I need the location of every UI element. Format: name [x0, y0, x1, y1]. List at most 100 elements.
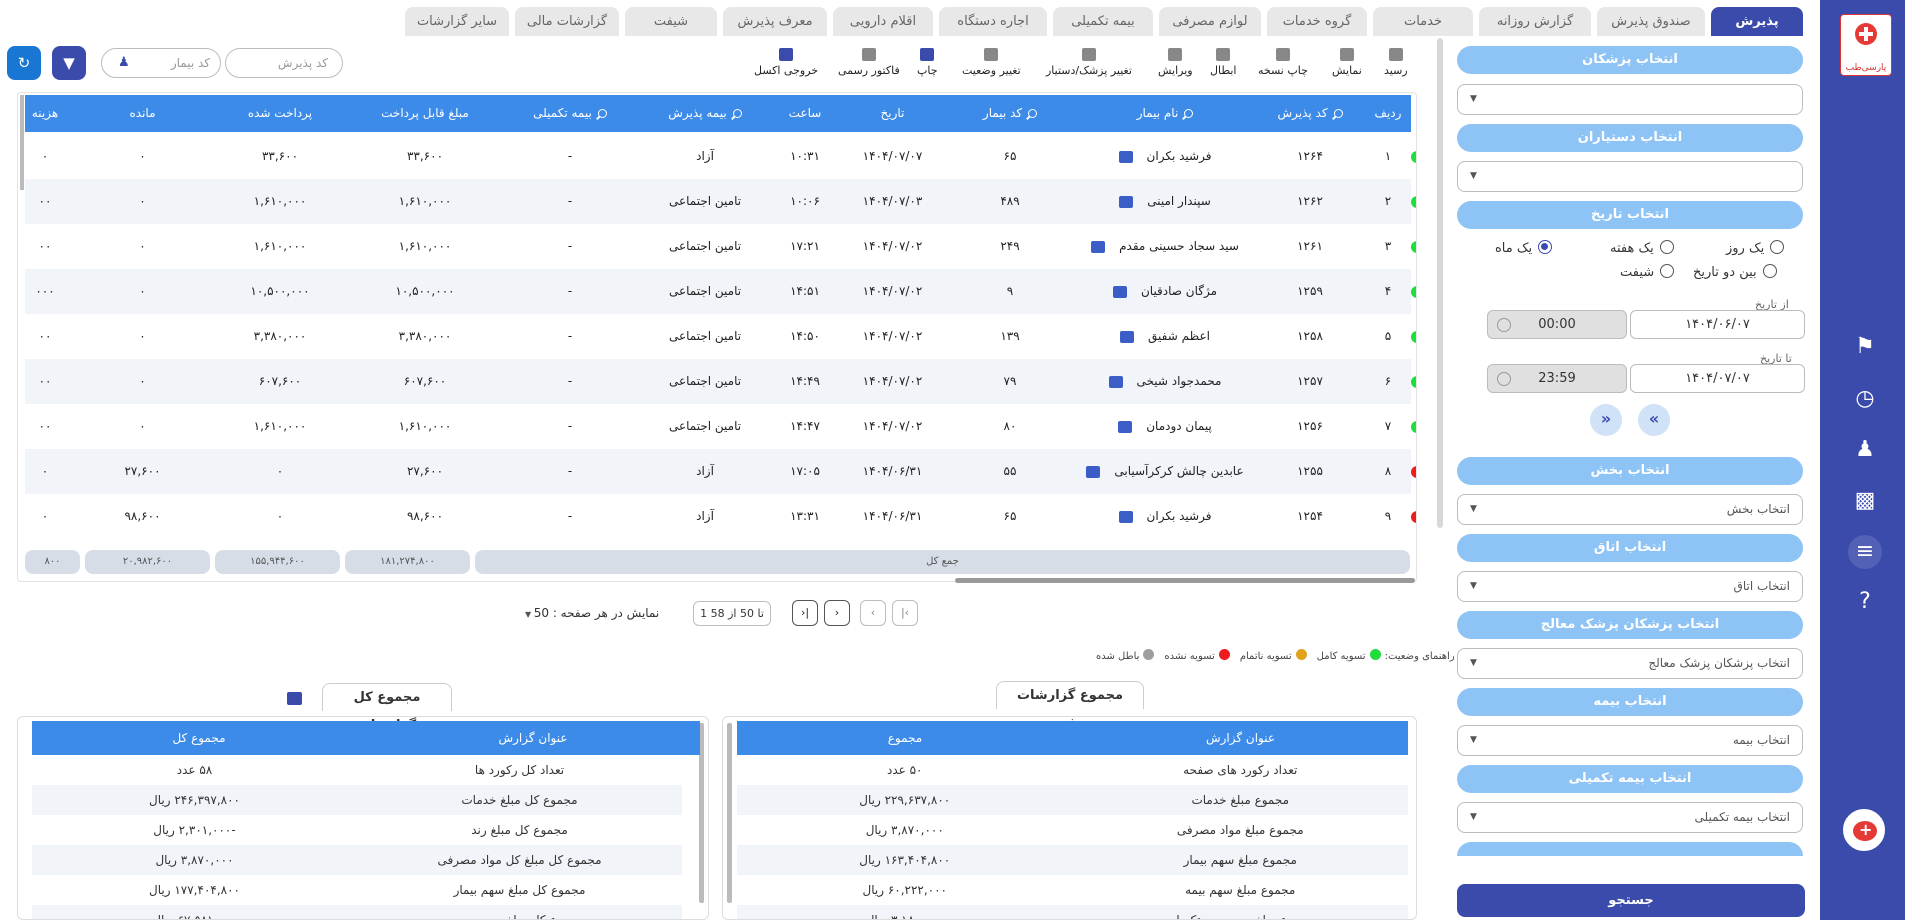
to-date-input[interactable]: ۱۴۰۴/۰۷/۰۷: [1630, 364, 1805, 393]
bookmark-add-icon[interactable]: ⚑: [1848, 330, 1882, 364]
patient-profile-icon[interactable]: [1112, 285, 1127, 298]
patient-profile-icon[interactable]: [1120, 330, 1135, 343]
treating-doctor-filter-header[interactable]: انتخاب پزشکان پزشک معالج: [1457, 611, 1803, 639]
table-row[interactable]: ۹ ۱۲۵۴ ۶۵ ۱۴۰۴/۰۶/۳۱ ۱۳:۳۱ آزاد - ۹۸,۶۰۰ ۰ ۹۸,۶۰۰…: [25, 494, 1416, 539]
assistants-filter-header[interactable]: انتخاب دستیاران: [1457, 124, 1803, 152]
cell-supp: -: [567, 419, 573, 433]
search-admission-input[interactable]: کد پذیرش: [225, 48, 343, 78]
support-chat-icon[interactable]: [1840, 806, 1888, 854]
patient-profile-icon[interactable]: [1091, 240, 1106, 253]
next-page-button[interactable]: ›: [824, 600, 850, 626]
tab-12[interactable]: سایر گزارشات: [405, 7, 509, 36]
date-filter-header[interactable]: انتخاب تاریخ: [1457, 201, 1803, 229]
table-row[interactable]: ۲ ۱۲۶۲ ۴۸۹ ۱۴۰۴/۰۷/۰۳ ۱۰:۰۶ تامین اجتماعی - ۱,۶…: [25, 179, 1416, 224]
tab-0[interactable]: پذیرش: [1711, 7, 1803, 36]
more-filter-header[interactable]: [1457, 842, 1803, 856]
radio-one-month[interactable]: یک ماه: [1495, 240, 1553, 256]
last-page-button[interactable]: ›|: [792, 600, 818, 626]
table-row[interactable]: ۷ ۱۲۵۶ ۸۰ ۱۴۰۴/۰۷/۰۲ ۱۴:۴۷ تامین اجتماعی - ۱,۶۱…: [25, 404, 1416, 449]
table-row[interactable]: ۳ ۱۲۶۱ ۲۴۹ ۱۴۰۴/۰۷/۰۲ ۱۷:۲۱ تامین اجتماعی - ۱,۶…: [25, 224, 1416, 269]
panel-scrollbar[interactable]: [727, 723, 732, 903]
insurance-filter-header[interactable]: انتخاب بیمه: [1457, 688, 1803, 716]
patient-profile-icon[interactable]: [1086, 465, 1101, 478]
col-patient-name[interactable]: نام بیمار: [1075, 95, 1255, 132]
radio-between-dates[interactable]: بین دو تاریخ: [1693, 264, 1777, 280]
help-icon[interactable]: ?: [1848, 585, 1882, 619]
change-status-button[interactable]: تغییر وضعیت: [962, 48, 1021, 77]
table-row[interactable]: ۸ ۱۲۵۵ ۵۵ ۱۴۰۴/۰۶/۳۱ ۱۷:۰۵ آزاد - ۲۷,۶۰۰ ۰ ۲۷,۶۰۰…: [25, 449, 1416, 494]
supp-insurance-select[interactable]: انتخاب بیمه تکمیلی ▼: [1457, 802, 1803, 833]
table-row[interactable]: ۱ ۱۲۶۴ ۶۵ ۱۴۰۴/۰۷/۰۷ ۱۰:۳۱ آزاد - ۳۳,۶۰۰ ۳۳,۶۰۰ ۰…: [25, 134, 1416, 179]
col-supp-insurance[interactable]: بیمه تکمیلی: [500, 95, 640, 132]
col-patient-code[interactable]: کد بیمار: [945, 95, 1075, 132]
change-doctor-button[interactable]: تغییر پزشک/دستیار: [1046, 48, 1132, 77]
room-select[interactable]: انتخاب اتاق ▼: [1457, 571, 1803, 602]
users-icon[interactable]: ♟: [1848, 433, 1882, 467]
assistants-select[interactable]: ▼: [1457, 161, 1803, 192]
app-logo[interactable]: پارسی‌طب: [1840, 14, 1892, 76]
doctors-select[interactable]: ▼: [1457, 84, 1803, 115]
content-scrollbar[interactable]: [1437, 38, 1443, 528]
supp-insurance-filter-header[interactable]: انتخاب بیمه تکمیلی: [1457, 765, 1803, 793]
clock-icon[interactable]: [1497, 318, 1511, 332]
receipt-button[interactable]: رسید: [1384, 48, 1408, 77]
col-insurance[interactable]: بیمه پذیرش: [640, 95, 770, 132]
patient-profile-icon[interactable]: [1118, 150, 1133, 163]
print-copy-button[interactable]: چاپ نسخه: [1258, 48, 1308, 77]
from-date-input[interactable]: ۱۴۰۴/۰۶/۰۷: [1630, 310, 1805, 339]
table-row[interactable]: ۴ ۱۲۵۹ ۹ ۱۴۰۴/۰۷/۰۲ ۱۴:۵۱ تامین اجتماعی - ۱۰,۵۰…: [25, 269, 1416, 314]
edit-button[interactable]: ویرایش: [1158, 48, 1193, 77]
print-button[interactable]: چاپ: [917, 48, 938, 77]
patient-profile-icon[interactable]: [1118, 420, 1133, 433]
search-patient-input[interactable]: کد بیمار ♟: [101, 48, 221, 78]
table-row[interactable]: ۶ ۱۲۵۷ ۷۹ ۱۴۰۴/۰۷/۰۲ ۱۴:۴۹ تامین اجتماعی - ۶۰۷,…: [25, 359, 1416, 404]
cell-time: ۱۴:۴۷: [790, 419, 820, 433]
radio-shift[interactable]: شیفت: [1620, 264, 1675, 280]
tab-3[interactable]: خدمات: [1373, 7, 1473, 36]
excel-export-button[interactable]: خروجی اکسل: [754, 48, 818, 77]
tab-4[interactable]: گروه خدمات: [1267, 7, 1367, 36]
filter-button[interactable]: ▼: [52, 46, 86, 80]
tab-1[interactable]: صندوق پذیرش: [1597, 7, 1705, 36]
insurance-select[interactable]: انتخاب بیمه ▼: [1457, 725, 1803, 756]
cancel-button[interactable]: ابطال: [1210, 48, 1237, 77]
room-filter-header[interactable]: انتخاب اتاق: [1457, 534, 1803, 562]
print-summary-icon[interactable]: [287, 692, 302, 705]
treating-doctor-select[interactable]: انتخاب پزشکان پزشک معالج ▼: [1457, 648, 1803, 679]
col-admission[interactable]: کد پذیرش: [1255, 95, 1365, 132]
tab-10[interactable]: شیفت: [625, 7, 717, 36]
status-dot: [1411, 511, 1416, 523]
table-horizontal-scrollbar[interactable]: [955, 578, 1415, 583]
tab-5[interactable]: لوازم مصرفی: [1159, 7, 1261, 36]
radio-one-week[interactable]: یک هفته: [1610, 240, 1674, 256]
clock-icon[interactable]: [1497, 372, 1511, 386]
search-button[interactable]: جستجو: [1457, 884, 1805, 917]
next-range-button[interactable]: »: [1590, 404, 1622, 436]
show-button[interactable]: نمایش: [1332, 48, 1362, 77]
patient-profile-icon[interactable]: [1108, 375, 1123, 388]
prev-page-button[interactable]: ‹: [860, 600, 886, 626]
menu-icon[interactable]: ≡: [1848, 535, 1882, 569]
page-size-select[interactable]: نمایش در هر صفحه : 50 ▼: [525, 606, 659, 620]
history-clock-icon[interactable]: ◷: [1848, 382, 1882, 416]
patient-profile-icon[interactable]: [1118, 510, 1133, 523]
tab-7[interactable]: اجاره دستگاه: [939, 7, 1047, 36]
tab-9[interactable]: معرف پذیرش: [723, 7, 827, 36]
doctors-filter-header[interactable]: انتخاب پزشکان: [1457, 46, 1803, 74]
tab-11[interactable]: گزارشات مالی: [515, 7, 619, 36]
tab-8[interactable]: اقلام دارویی: [833, 7, 933, 36]
prev-range-button[interactable]: «: [1638, 404, 1670, 436]
first-page-button[interactable]: |‹: [892, 600, 918, 626]
cell-code: ۹: [1006, 284, 1014, 298]
ward-filter-header[interactable]: انتخاب بخش: [1457, 457, 1803, 485]
tab-6[interactable]: بیمه تکمیلی: [1053, 7, 1153, 36]
ward-select[interactable]: انتخاب بخش ▼: [1457, 494, 1803, 525]
table-row[interactable]: ۵ ۱۲۵۸ ۱۳۹ ۱۴۰۴/۰۷/۰۲ ۱۴:۵۰ تامین اجتماعی - ۳,۳…: [25, 314, 1416, 359]
refresh-button[interactable]: ↻: [7, 46, 41, 80]
tab-2[interactable]: گزارش روزانه: [1479, 7, 1591, 36]
patient-profile-icon[interactable]: [1119, 195, 1134, 208]
radio-one-day[interactable]: یک روز: [1726, 240, 1785, 256]
table-vertical-scrollbar[interactable]: [20, 95, 24, 190]
official-invoice-button[interactable]: فاکتور رسمی: [838, 48, 900, 77]
bar-chart-icon[interactable]: ▩: [1848, 484, 1882, 518]
